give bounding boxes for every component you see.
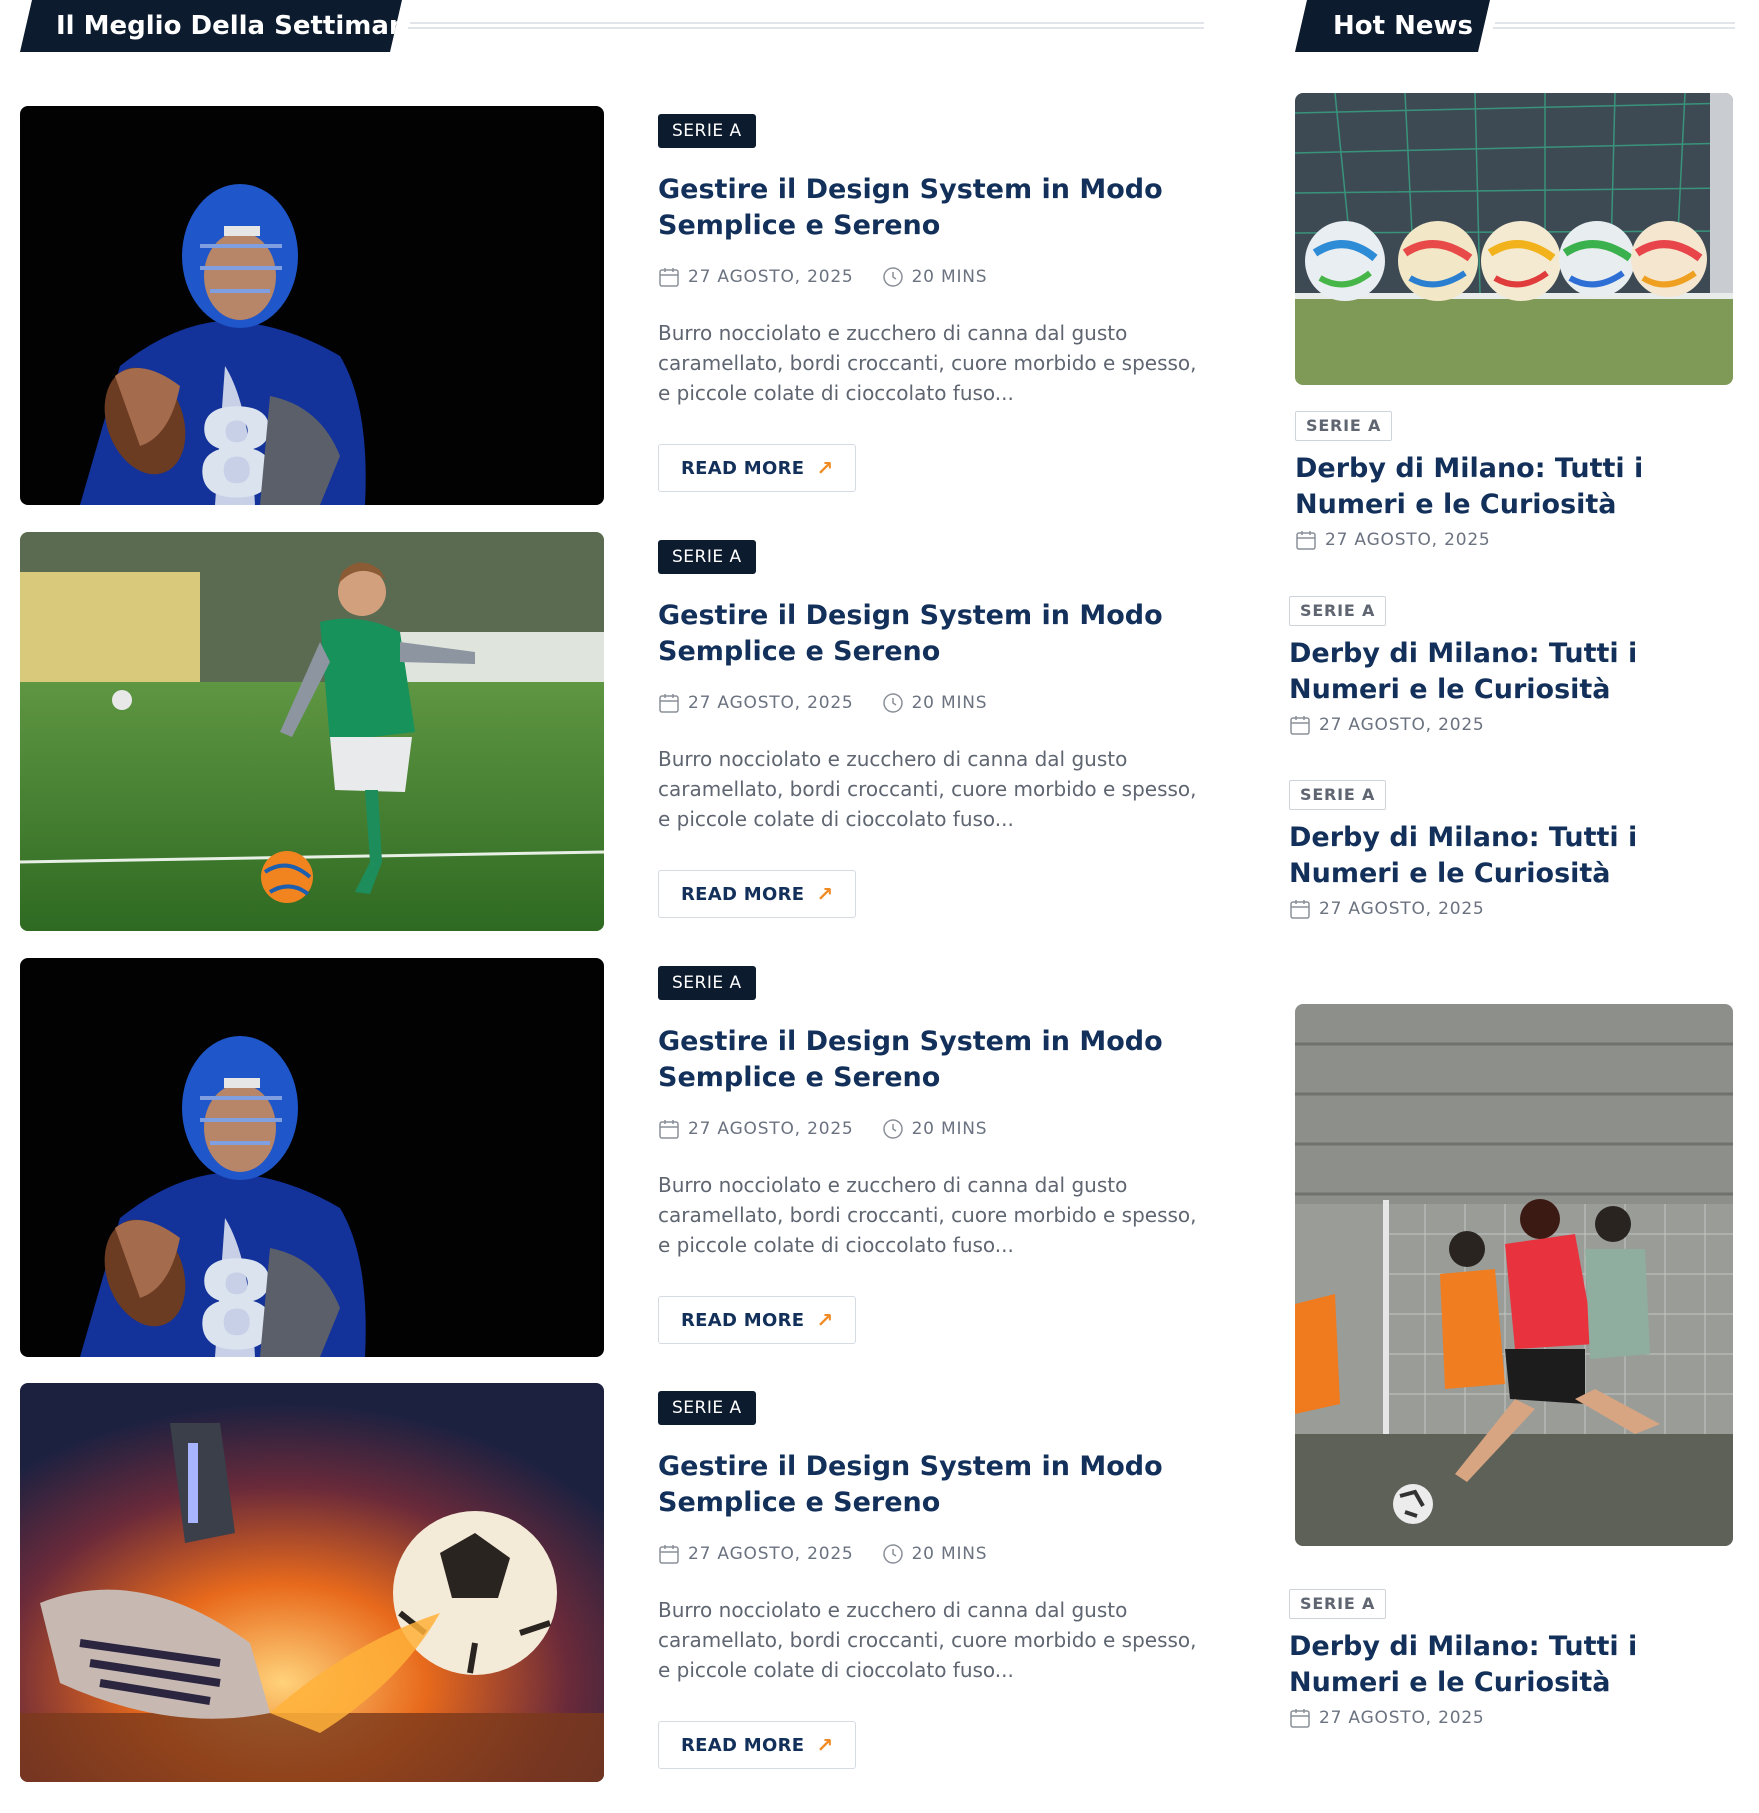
hot-news-item: SERIE A Derby di Milano: Tutti i Numeri … (1289, 780, 1729, 920)
article-body: SERIE A Gestire il Design System in Modo… (658, 540, 1198, 918)
article-excerpt: Burro nocciolato e zucchero di canna dal… (658, 1173, 1197, 1257)
hot-news-meta: 27 AGOSTO, 2025 (1289, 898, 1729, 920)
arrow-up-right-icon: ↗ (816, 1733, 834, 1757)
hot-news-title[interactable]: Derby di Milano: Tutti i Numeri e le Cur… (1289, 636, 1729, 708)
header-divider (1493, 27, 1735, 29)
category-badge[interactable]: SERIE A (1289, 1589, 1387, 1619)
header-divider (410, 22, 1204, 24)
side-section-title: Hot News (1295, 0, 1490, 52)
hot-news-title[interactable]: Derby di Milano: Tutti i Numeri e le Cur… (1295, 451, 1735, 523)
article-read-time: 20 MINS (911, 1119, 988, 1139)
hot-news-meta: 27 AGOSTO, 2025 (1295, 529, 1735, 551)
hot-news-title[interactable]: Derby di Milano: Tutti i Numeri e le Cur… (1289, 820, 1729, 892)
hot-news-date: 27 AGOSTO, 2025 (1325, 530, 1491, 550)
hot-news-item: SERIE A Derby di Milano: Tutti i Numeri … (1289, 596, 1729, 736)
article-title[interactable]: Gestire il Design System in Modo Semplic… (658, 1024, 1198, 1096)
category-badge[interactable]: SERIE A (658, 114, 756, 148)
read-more-label: READ MORE (681, 883, 805, 905)
category-badge[interactable]: SERIE A (1295, 411, 1393, 441)
read-more-label: READ MORE (681, 1734, 805, 1756)
article-date: 27 AGOSTO, 2025 (688, 267, 854, 287)
article-date: 27 AGOSTO, 2025 (688, 1119, 854, 1139)
read-more-button[interactable]: READ MORE ↗ (658, 870, 857, 918)
arrow-up-right-icon: ↗ (816, 1308, 834, 1332)
category-badge[interactable]: SERIE A (658, 966, 756, 1000)
read-more-button[interactable]: READ MORE ↗ (658, 444, 857, 492)
article-meta: 27 AGOSTO, 2025 20 MINS (658, 1116, 1198, 1142)
header-divider (408, 27, 1204, 29)
arrow-up-right-icon: ↗ (816, 456, 834, 480)
hot-news-meta: 27 AGOSTO, 2025 (1289, 714, 1729, 736)
article-title[interactable]: Gestire il Design System in Modo Semplic… (658, 172, 1198, 244)
article-image-fiery-ball[interactable] (20, 1383, 604, 1782)
article-date: 27 AGOSTO, 2025 (688, 1544, 854, 1564)
category-badge[interactable]: SERIE A (658, 540, 756, 574)
clock-icon (882, 267, 903, 287)
article-meta: 27 AGOSTO, 2025 20 MINS (658, 690, 1198, 716)
side-section-header: Hot News (1295, 0, 1735, 52)
main-section-header: Il Meglio Della Settimana (20, 0, 1204, 52)
hot-news-image-street-football[interactable] (1295, 1004, 1733, 1546)
calendar-icon (1290, 716, 1310, 735)
read-more-label: READ MORE (681, 1309, 805, 1331)
clock-icon (882, 1119, 903, 1139)
calendar-icon (1296, 531, 1316, 550)
article-excerpt: Burro nocciolato e zucchero di canna dal… (658, 321, 1197, 405)
hot-news-meta: 27 AGOSTO, 2025 (1289, 1707, 1729, 1729)
clock-icon (882, 693, 903, 713)
read-more-label: READ MORE (681, 457, 805, 479)
main-section-title: Il Meglio Della Settimana (20, 0, 402, 52)
hot-news-image-soccer-balls[interactable] (1295, 93, 1733, 385)
hot-news-date: 27 AGOSTO, 2025 (1319, 899, 1485, 919)
calendar-icon (659, 268, 679, 287)
article-meta: 27 AGOSTO, 2025 20 MINS (658, 264, 1198, 290)
hot-news-date: 27 AGOSTO, 2025 (1319, 1708, 1485, 1728)
category-badge[interactable]: SERIE A (1289, 780, 1387, 810)
article-date: 27 AGOSTO, 2025 (688, 693, 854, 713)
article-meta: 27 AGOSTO, 2025 20 MINS (658, 1541, 1198, 1567)
article-body: SERIE A Gestire il Design System in Modo… (658, 1391, 1198, 1769)
article-read-time: 20 MINS (911, 267, 988, 287)
article-image-football-player[interactable]: 8 (20, 106, 604, 505)
calendar-icon (1290, 1709, 1310, 1728)
article-image-child-soccer[interactable] (20, 532, 604, 931)
article-read-time: 20 MINS (911, 1544, 988, 1564)
read-more-button[interactable]: READ MORE ↗ (658, 1721, 857, 1769)
calendar-icon (659, 694, 679, 713)
article-body: SERIE A Gestire il Design System in Modo… (658, 114, 1198, 492)
calendar-icon (659, 1120, 679, 1139)
article-read-time: 20 MINS (911, 693, 988, 713)
calendar-icon (659, 1545, 679, 1564)
read-more-button[interactable]: READ MORE ↗ (658, 1296, 857, 1344)
category-badge[interactable]: SERIE A (1289, 596, 1387, 626)
hot-news-item: SERIE A Derby di Milano: Tutti i Numeri … (1289, 1589, 1729, 1729)
category-badge[interactable]: SERIE A (658, 1391, 756, 1425)
article-excerpt: Burro nocciolato e zucchero di canna dal… (658, 747, 1197, 831)
calendar-icon (1290, 900, 1310, 919)
header-divider (1495, 22, 1735, 24)
arrow-up-right-icon: ↗ (816, 882, 834, 906)
article-title[interactable]: Gestire il Design System in Modo Semplic… (658, 598, 1198, 670)
hot-news-title[interactable]: Derby di Milano: Tutti i Numeri e le Cur… (1289, 1629, 1729, 1701)
article-image-football-player[interactable]: 8 (20, 958, 604, 1357)
article-excerpt: Burro nocciolato e zucchero di canna dal… (658, 1598, 1197, 1682)
hot-news-item: SERIE A Derby di Milano: Tutti i Numeri … (1295, 411, 1735, 551)
article-body: SERIE A Gestire il Design System in Modo… (658, 966, 1198, 1344)
article-title[interactable]: Gestire il Design System in Modo Semplic… (658, 1449, 1198, 1521)
hot-news-date: 27 AGOSTO, 2025 (1319, 715, 1485, 735)
clock-icon (882, 1544, 903, 1564)
